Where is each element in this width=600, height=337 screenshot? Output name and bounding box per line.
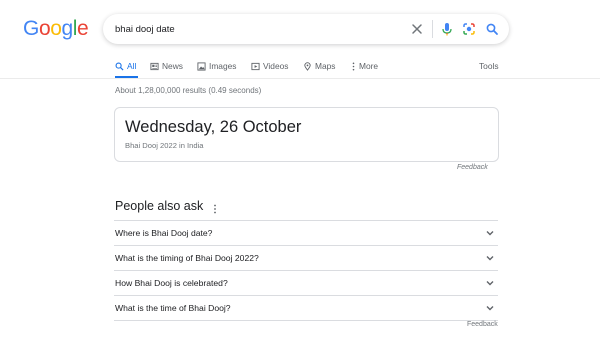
search-box[interactable] [103, 14, 509, 44]
paa-question-text: How Bhai Dooj is celebrated? [115, 278, 228, 288]
header-divider [0, 78, 600, 79]
clear-icon[interactable] [409, 21, 425, 37]
map-pin-icon [304, 61, 311, 71]
paa-question[interactable]: What is the time of Bhai Dooj? [114, 295, 498, 321]
tab-maps[interactable]: Maps [303, 58, 335, 74]
logo-letter: e [77, 17, 89, 40]
search-divider [432, 20, 433, 38]
google-logo[interactable]: Google [23, 17, 89, 41]
answer-subtitle: Bhai Dooj 2022 in India [125, 141, 204, 150]
people-also-ask-list: Where is Bhai Dooj date? What is the tim… [114, 220, 498, 321]
mic-icon[interactable] [439, 21, 455, 37]
tab-images[interactable]: Images [197, 58, 236, 74]
more-vert-icon [352, 62, 355, 70]
tab-label: Images [209, 61, 237, 71]
tab-label: Maps [315, 61, 336, 71]
logo-letter: o [38, 17, 51, 40]
paa-question-text: What is the time of Bhai Dooj? [115, 303, 231, 313]
tab-label: Videos [263, 61, 289, 71]
lens-icon[interactable] [461, 21, 477, 37]
answer-feedback-link[interactable]: Feedback [457, 164, 488, 171]
tab-news[interactable]: News [150, 58, 183, 74]
tools-button[interactable]: Tools [479, 58, 499, 74]
paa-question[interactable]: What is the timing of Bhai Dooj 2022? [114, 245, 498, 270]
more-vert-icon[interactable] [212, 202, 218, 214]
result-stats: About 1,28,00,000 results (0.49 seconds) [115, 86, 262, 95]
news-icon [150, 62, 159, 70]
logo-letter: g [61, 17, 74, 40]
paa-question[interactable]: Where is Bhai Dooj date? [114, 220, 498, 245]
answer-card: Wednesday, 26 October Bhai Dooj 2022 in … [114, 107, 499, 162]
chevron-down-icon [486, 306, 494, 311]
search-input[interactable] [115, 21, 375, 37]
tab-label: All [127, 61, 137, 71]
search-icon[interactable] [484, 21, 500, 37]
tools-label: Tools [479, 61, 499, 71]
chevron-down-icon [486, 231, 494, 236]
paa-question-text: What is the timing of Bhai Dooj 2022? [115, 253, 259, 263]
video-icon [251, 62, 260, 70]
tab-label: News [162, 61, 183, 71]
image-icon [197, 61, 206, 71]
paa-feedback-link[interactable]: Feedback [467, 321, 498, 328]
tab-videos[interactable]: Videos [251, 58, 288, 74]
search-icon [115, 62, 124, 71]
paa-question[interactable]: How Bhai Dooj is celebrated? [114, 270, 498, 295]
chevron-down-icon [486, 281, 494, 286]
chevron-down-icon [486, 256, 494, 261]
logo-letter: G [23, 17, 39, 40]
paa-question-text: Where is Bhai Dooj date? [115, 228, 213, 238]
answer-title: Wednesday, 26 October [125, 118, 302, 136]
tab-label: More [359, 61, 379, 71]
people-also-ask-title: People also ask [115, 199, 204, 213]
tab-more[interactable]: More [351, 58, 378, 74]
logo-letter: o [50, 17, 62, 40]
tab-all[interactable]: All [115, 58, 136, 74]
